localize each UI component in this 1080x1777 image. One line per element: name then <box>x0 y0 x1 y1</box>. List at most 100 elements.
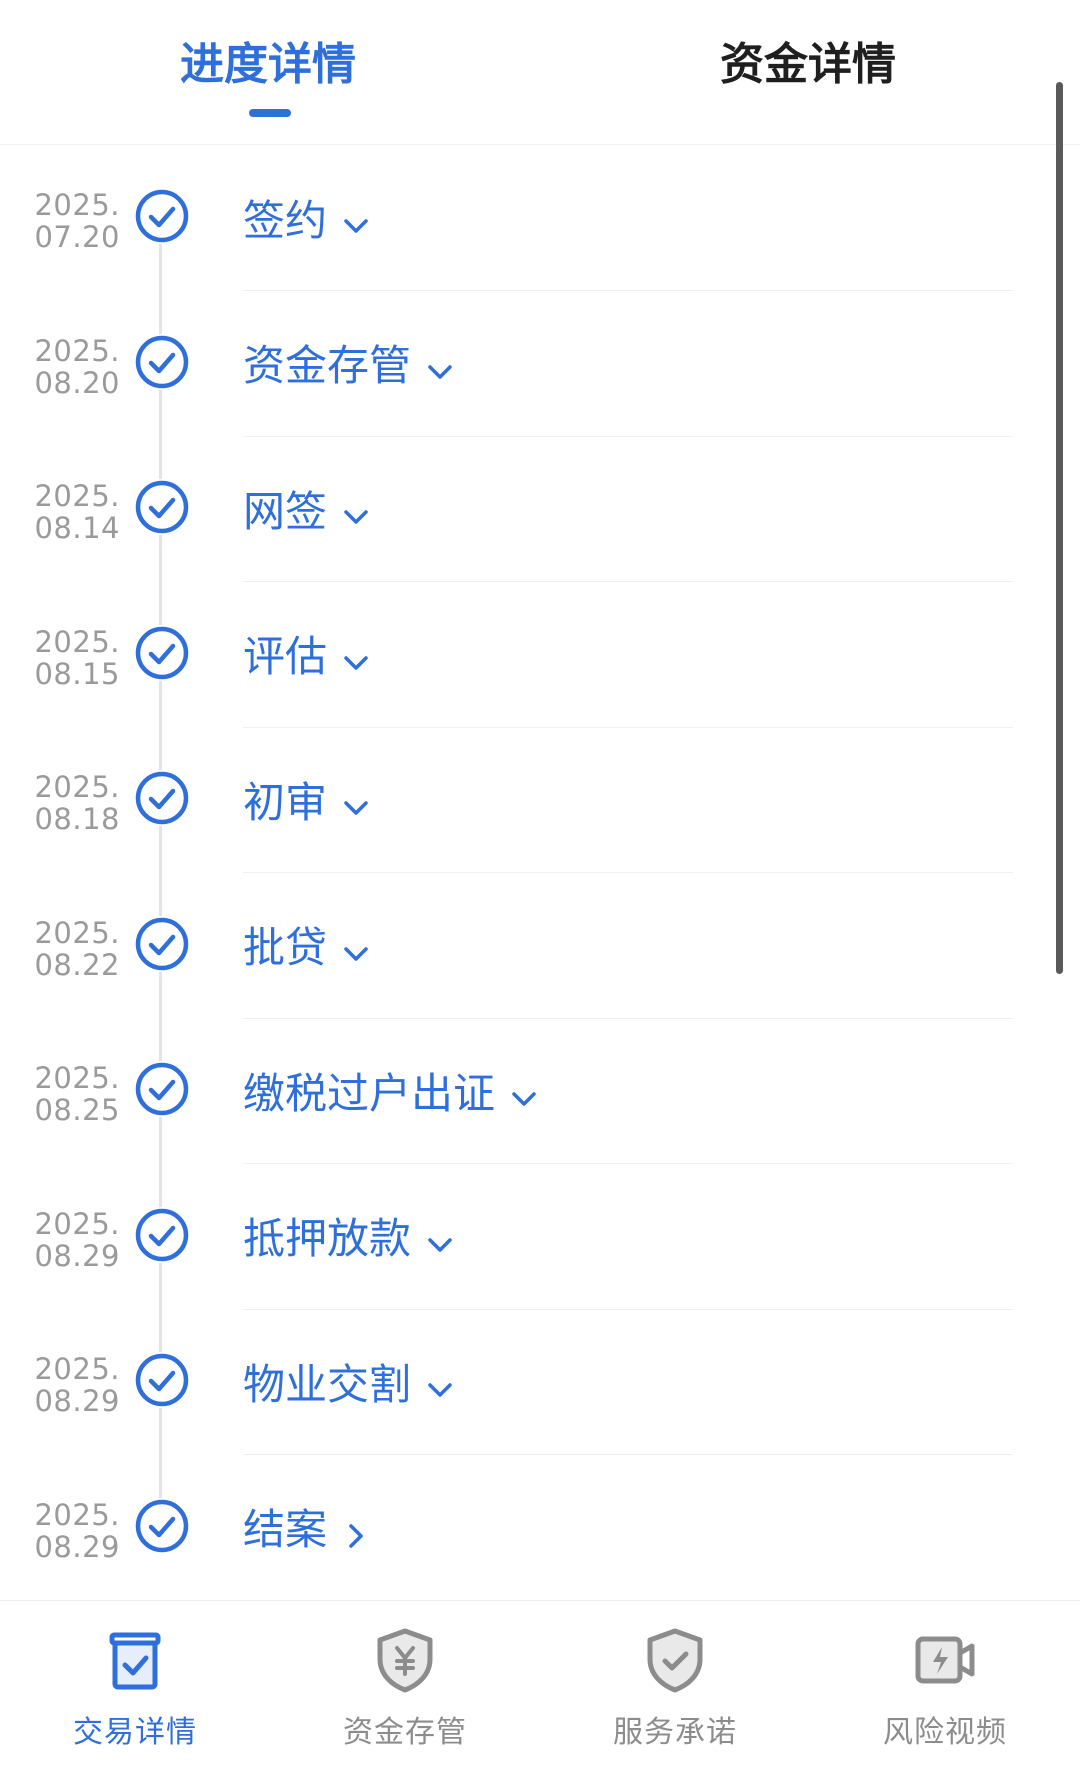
step-toggle[interactable]: 结案 <box>243 1499 371 1555</box>
bottom-nav: 交易详情 资金存管 服务承诺 风险视频 <box>0 1600 1080 1777</box>
step-date: 2025. 08.29 <box>20 1499 120 1563</box>
check-circle-icon <box>134 1497 190 1554</box>
step-label: 缴税过户出证 <box>243 1068 496 1118</box>
step-date-year: 2025. <box>34 1352 120 1386</box>
video-bolt-icon <box>910 1625 980 1695</box>
timeline-step: 2025. 08.29 抵押放款 <box>0 1164 1080 1310</box>
timeline-step: 2025. 08.20 资金存管 <box>0 291 1080 437</box>
chevron-down-icon <box>425 1366 455 1397</box>
step-label: 初审 <box>243 777 328 827</box>
shield-yuan-icon <box>370 1625 440 1695</box>
step-toggle[interactable]: 物业交割 <box>243 1353 455 1409</box>
nav-label: 风险视频 <box>883 1715 1007 1750</box>
step-date-day: 08.15 <box>34 656 120 691</box>
chevron-down-icon <box>341 930 371 961</box>
nav-item-trade-details[interactable]: 交易详情 <box>0 1601 270 1777</box>
step-date-day: 08.29 <box>34 1529 120 1564</box>
timeline-step: 2025. 08.22 批贷 <box>0 873 1080 1019</box>
step-label: 评估 <box>243 632 328 681</box>
step-date-year: 2025. <box>34 770 120 804</box>
step-date-day: 08.14 <box>34 511 120 545</box>
step-date: 2025. 07.20 <box>20 189 120 253</box>
check-circle-icon <box>134 770 190 826</box>
step-date-day: 08.18 <box>34 802 120 836</box>
document-check-icon <box>100 1625 170 1695</box>
step-label: 签约 <box>243 195 328 245</box>
step-date-year: 2025. <box>34 1206 120 1241</box>
step-date-day: 08.20 <box>34 365 120 400</box>
timeline-step: 2025. 08.29 物业交割 <box>0 1309 1080 1455</box>
step-date-year: 2025. <box>34 1497 120 1532</box>
step-toggle[interactable]: 初审 <box>243 771 371 827</box>
step-date-year: 2025. <box>34 624 120 659</box>
step-label: 物业交割 <box>243 1359 412 1409</box>
active-tab-indicator <box>249 109 291 117</box>
step-date-day: 08.29 <box>34 1238 120 1273</box>
step-date-year: 2025. <box>34 479 120 513</box>
step-date: 2025. 08.14 <box>20 480 120 544</box>
chevron-down-icon <box>341 784 371 815</box>
step-date-day: 08.22 <box>34 947 120 982</box>
timeline-step: 2025. 08.29 结案 <box>0 1455 1080 1601</box>
tab-bar: 进度详情 资金详情 <box>0 0 1080 145</box>
timeline-step: 2025. 08.25 缴税过户出证 <box>0 1018 1080 1164</box>
timeline-step: 2025. 08.14 网签 <box>0 436 1080 582</box>
step-date-day: 07.20 <box>34 220 120 254</box>
check-circle-icon <box>134 1061 190 1117</box>
scrollbar[interactable] <box>1056 82 1063 974</box>
check-circle-icon <box>134 333 190 390</box>
check-circle-icon <box>134 1352 190 1408</box>
chevron-down-icon <box>509 1075 539 1106</box>
progress-page: 进度详情 资金详情 2025. 07.20 签约 2025. 08.20 资金存管 2025… <box>0 0 1080 1777</box>
nav-item-service-promise[interactable]: 服务承诺 <box>540 1601 810 1777</box>
step-label: 批贷 <box>243 923 328 972</box>
step-date-year: 2025. <box>34 188 120 222</box>
step-toggle[interactable]: 评估 <box>243 626 371 682</box>
check-circle-icon <box>134 1206 190 1263</box>
check-circle-icon <box>134 188 190 244</box>
check-circle-icon <box>134 915 190 972</box>
step-toggle[interactable]: 抵押放款 <box>243 1208 455 1264</box>
step-toggle[interactable]: 批贷 <box>243 917 371 973</box>
step-date: 2025. 08.20 <box>20 335 120 399</box>
nav-label: 资金存管 <box>343 1715 467 1750</box>
step-date: 2025. 08.15 <box>20 626 120 690</box>
chevron-down-icon <box>425 348 455 379</box>
step-date-year: 2025. <box>34 1061 120 1095</box>
step-label: 结案 <box>243 1505 328 1554</box>
chevron-down-icon <box>425 1221 455 1252</box>
shield-check-icon <box>640 1625 710 1695</box>
timeline-step: 2025. 08.15 评估 <box>0 582 1080 728</box>
step-date-year: 2025. <box>34 915 120 950</box>
step-label: 抵押放款 <box>243 1214 412 1263</box>
chevron-down-icon <box>341 202 371 233</box>
timeline-step: 2025. 08.18 初审 <box>0 727 1080 873</box>
step-date: 2025. 08.29 <box>20 1353 120 1417</box>
tab-progress-details[interactable]: 进度详情 <box>68 28 468 98</box>
step-date: 2025. 08.25 <box>20 1062 120 1126</box>
timeline-step: 2025. 07.20 签约 <box>0 145 1080 291</box>
tab-fund-details[interactable]: 资金详情 <box>608 28 1008 98</box>
step-toggle[interactable]: 签约 <box>243 189 371 245</box>
nav-label: 服务承诺 <box>613 1715 737 1750</box>
step-date-day: 08.29 <box>34 1384 120 1418</box>
chevron-down-icon <box>341 493 371 524</box>
step-toggle[interactable]: 缴税过户出证 <box>243 1062 539 1118</box>
nav-item-fund-custody[interactable]: 资金存管 <box>270 1601 540 1777</box>
chevron-right-icon <box>341 1512 371 1548</box>
progress-timeline: 2025. 07.20 签约 2025. 08.20 资金存管 2025. 08.14 网签 20… <box>0 145 1080 1600</box>
step-label: 资金存管 <box>243 341 412 390</box>
nav-label: 交易详情 <box>73 1715 197 1750</box>
step-toggle[interactable]: 网签 <box>243 480 371 536</box>
step-date: 2025. 08.22 <box>20 917 120 981</box>
step-toggle[interactable]: 资金存管 <box>243 335 455 391</box>
check-circle-icon <box>134 479 190 535</box>
step-label: 网签 <box>243 486 328 536</box>
check-circle-icon <box>134 624 190 681</box>
step-date-year: 2025. <box>34 333 120 368</box>
step-date-day: 08.25 <box>34 1093 120 1127</box>
step-date: 2025. 08.18 <box>20 771 120 835</box>
nav-item-risk-video[interactable]: 风险视频 <box>810 1601 1080 1777</box>
chevron-down-icon <box>341 639 371 670</box>
step-date: 2025. 08.29 <box>20 1208 120 1272</box>
